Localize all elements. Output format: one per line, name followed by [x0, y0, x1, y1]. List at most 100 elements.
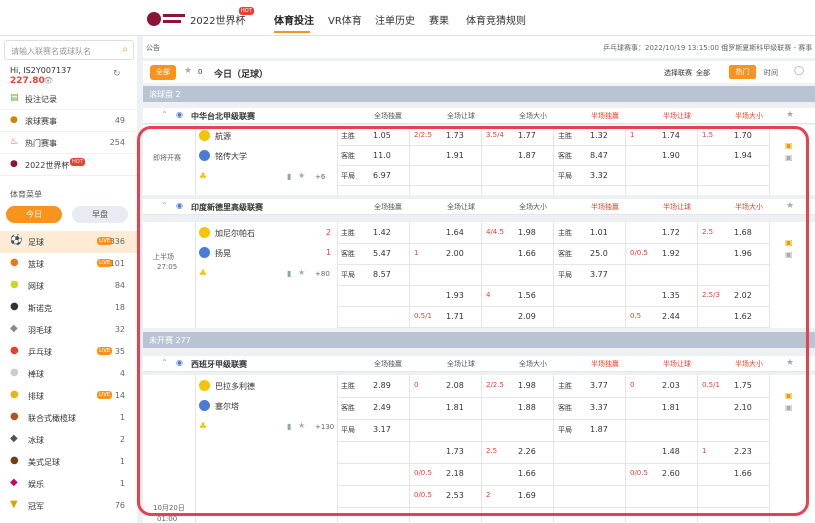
- chart-icon[interactable]: ▮: [287, 422, 291, 431]
- sport-item[interactable]: ● 美式足球 1: [0, 451, 137, 473]
- clock-icon[interactable]: ◯: [794, 66, 804, 76]
- live-stream-icon[interactable]: ▣: [785, 391, 793, 400]
- animation-icon[interactable]: ▣: [785, 153, 793, 162]
- home-team[interactable]: 航源: [215, 131, 231, 142]
- star-icon[interactable]: ★: [298, 268, 305, 277]
- sport-item[interactable]: ● 网球 84: [0, 275, 137, 297]
- odds-value[interactable]: 1.87: [590, 425, 608, 434]
- menu-live-events[interactable]: ● 滚球赛事 49: [0, 110, 137, 132]
- chart-icon[interactable]: ▮: [287, 269, 291, 278]
- sport-item[interactable]: ● 篮球 LIVE 101: [0, 253, 137, 275]
- odds-value[interactable]: 2.26: [518, 447, 536, 456]
- tab-bet-history[interactable]: 注单历史: [375, 12, 415, 27]
- odds-value[interactable]: 1.64: [446, 228, 464, 237]
- odds-value[interactable]: 2.44: [662, 312, 680, 321]
- sport-item[interactable]: ● 排球 LIVE 14: [0, 385, 137, 407]
- odds-value[interactable]: 1.72: [662, 228, 680, 237]
- odds-value[interactable]: 1.93: [446, 291, 464, 300]
- odds-value[interactable]: 3.17: [373, 425, 391, 434]
- star-icon[interactable]: ★: [786, 201, 794, 211]
- odds-value[interactable]: 1.98: [518, 381, 536, 390]
- odds-value[interactable]: 1.69: [518, 491, 536, 500]
- odds-value[interactable]: 1.42: [373, 228, 391, 237]
- odds-value[interactable]: 1.48: [662, 447, 680, 456]
- chart-icon[interactable]: ▮: [287, 172, 291, 181]
- star-icon[interactable]: ★: [184, 66, 192, 76]
- live-stream-icon[interactable]: ▣: [785, 238, 793, 247]
- odds-value[interactable]: 11.0: [373, 151, 391, 160]
- animation-icon[interactable]: ▣: [785, 250, 793, 259]
- odds-value[interactable]: 1.81: [662, 403, 680, 412]
- collapse-icon[interactable]: ⌃: [161, 201, 168, 210]
- stats-icon[interactable]: ♣: [199, 269, 207, 279]
- live-stream-icon[interactable]: ▣: [785, 141, 793, 150]
- star-icon[interactable]: ★: [786, 110, 794, 120]
- league-header[interactable]: ⌃ ◉ 印度新德里高级联赛 全场独赢 全场让球 全场大小 半场独赢 半场让球 半场大小 ★: [143, 199, 815, 215]
- stats-icon[interactable]: ♣: [199, 422, 207, 432]
- odds-value[interactable]: 1.05: [373, 131, 391, 140]
- odds-value[interactable]: 3.37: [590, 403, 608, 412]
- odds-value[interactable]: 3.77: [590, 270, 608, 279]
- search-input[interactable]: 请输入联赛名或球队名 ⌕: [4, 40, 134, 60]
- notice-text[interactable]: 乒乓球赛事：2022/10/19 13:15:00 俄罗斯夏斯科甲级联赛 - 赛…: [603, 43, 812, 53]
- sport-item[interactable]: ▼ 冠军 76: [0, 495, 137, 517]
- odds-value[interactable]: 8.57: [373, 270, 391, 279]
- league-select[interactable]: 全部: [696, 68, 710, 78]
- odds-value[interactable]: 1.91: [446, 151, 464, 160]
- odds-value[interactable]: 1.75: [734, 381, 752, 390]
- odds-value[interactable]: 1.56: [518, 291, 536, 300]
- odds-value[interactable]: 1.71: [446, 312, 464, 321]
- odds-value[interactable]: 1.98: [518, 228, 536, 237]
- star-icon[interactable]: ★: [298, 171, 305, 180]
- refresh-icon[interactable]: ↻: [113, 69, 121, 79]
- odds-value[interactable]: 1.62: [734, 312, 752, 321]
- sport-item[interactable]: ◆ 娱乐 1: [0, 473, 137, 495]
- odds-value[interactable]: 2.09: [518, 312, 536, 321]
- odds-value[interactable]: 1.01: [590, 228, 608, 237]
- stats-icon[interactable]: ♣: [199, 172, 207, 182]
- league-header[interactable]: ⌃ ◉ 中华台北甲级联赛 全场独赢 全场让球 全场大小 半场独赢 半场让球 半场大小 ★: [143, 108, 815, 124]
- odds-value[interactable]: 1.73: [446, 131, 464, 140]
- away-team[interactable]: 铭传大学: [215, 151, 247, 162]
- time-sort-button[interactable]: 时间: [764, 68, 778, 78]
- odds-value[interactable]: 1.74: [662, 131, 680, 140]
- odds-value[interactable]: 1.88: [518, 403, 536, 412]
- home-team[interactable]: 加尼尔帕石: [215, 228, 255, 239]
- tab-rules[interactable]: 体育竞猜规则: [466, 12, 526, 27]
- odds-value[interactable]: 1.87: [518, 151, 536, 160]
- sport-item[interactable]: ◆ 羽毛球 32: [0, 319, 137, 341]
- sport-item[interactable]: ● 斯诺克 18: [0, 297, 137, 319]
- odds-value[interactable]: 1.73: [446, 447, 464, 456]
- menu-hot-events[interactable]: ♨ 热门赛事 254: [0, 132, 137, 154]
- live-section[interactable]: 滚球盘 2: [143, 86, 815, 102]
- odds-value[interactable]: 1.66: [518, 469, 536, 478]
- menu-bet-records[interactable]: ▤ 投注记录: [0, 88, 137, 110]
- odds-value[interactable]: 6.97: [373, 171, 391, 180]
- odds-value[interactable]: 2.23: [734, 447, 752, 456]
- odds-value[interactable]: 1.66: [734, 469, 752, 478]
- odds-value[interactable]: 3.32: [590, 171, 608, 180]
- menu-world-cup[interactable]: ● 2022世界杯 HOT: [0, 154, 137, 176]
- odds-value[interactable]: 2.00: [446, 249, 464, 258]
- odds-value[interactable]: 1.94: [734, 151, 752, 160]
- odds-value[interactable]: 2.10: [734, 403, 752, 412]
- today-button[interactable]: 今日: [6, 206, 62, 223]
- odds-value[interactable]: 2.60: [662, 469, 680, 478]
- all-button[interactable]: 全部: [150, 65, 176, 80]
- tab-vr-sports[interactable]: VR体育: [328, 12, 362, 27]
- odds-value[interactable]: 2.08: [446, 381, 464, 390]
- odds-value[interactable]: 1.68: [734, 228, 752, 237]
- world-cup-link[interactable]: 2022世界杯: [190, 12, 245, 27]
- pre-match-section[interactable]: 未开赛 277: [143, 332, 815, 348]
- odds-value[interactable]: 3.77: [590, 381, 608, 390]
- odds-value[interactable]: 1.77: [518, 131, 536, 140]
- tab-sports-betting[interactable]: 体育投注: [274, 12, 314, 27]
- odds-value[interactable]: 1.81: [446, 403, 464, 412]
- star-icon[interactable]: ★: [786, 358, 794, 368]
- home-team[interactable]: 巴拉多利德: [215, 381, 255, 392]
- more-markets[interactable]: +6: [315, 173, 325, 181]
- early-button[interactable]: 早盘: [72, 206, 128, 223]
- search-icon[interactable]: ⌕: [122, 44, 128, 55]
- sport-item[interactable]: ● 联合式橄榄球 1: [0, 407, 137, 429]
- away-team[interactable]: 扬晃: [215, 248, 231, 259]
